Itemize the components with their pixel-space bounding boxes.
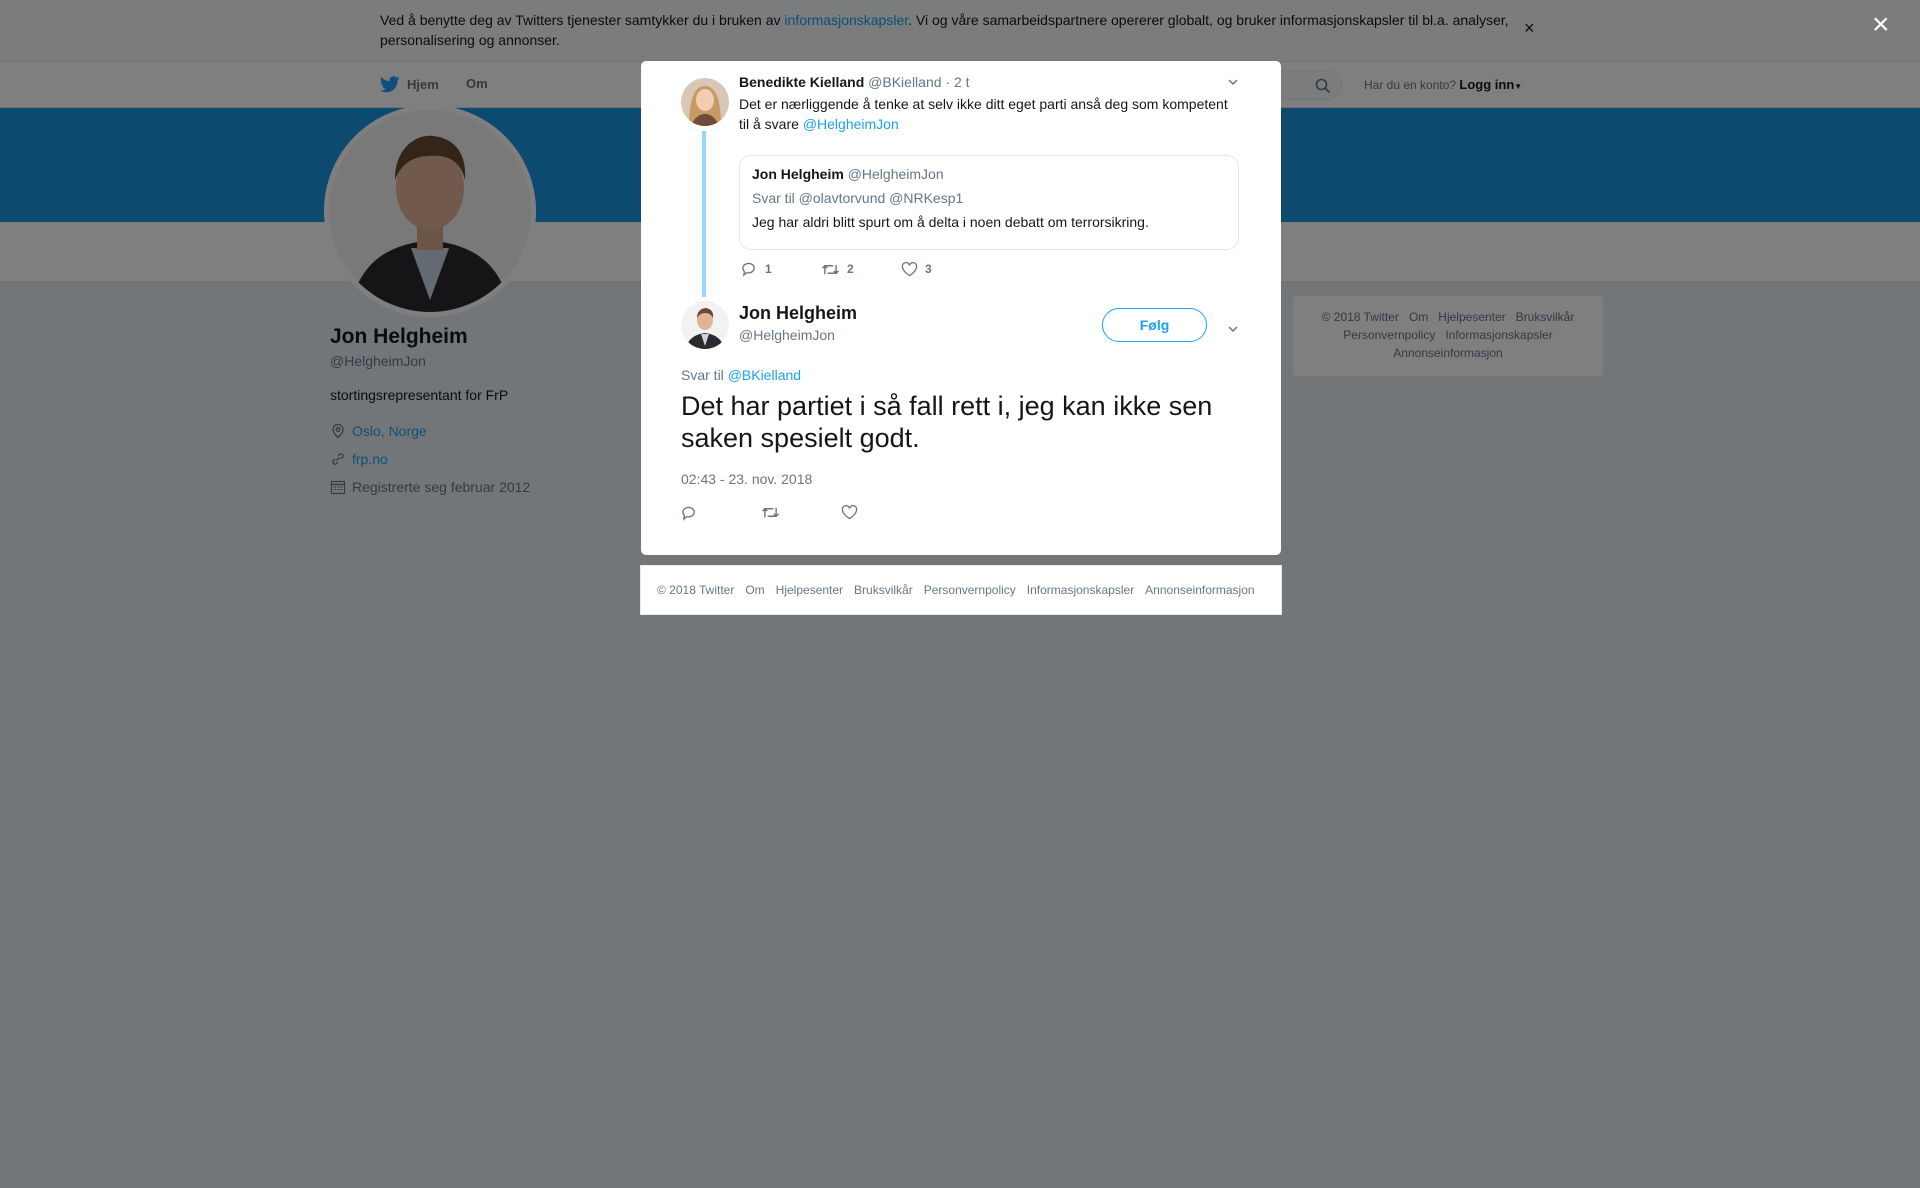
footer-link[interactable]: Om: [745, 583, 764, 597]
footer-link[interactable]: Personvernpolicy: [924, 583, 1016, 597]
footer-link[interactable]: © 2018 Twitter: [657, 583, 734, 597]
quoted-author-name: Jon Helgheim: [752, 166, 844, 182]
like-button[interactable]: 3: [901, 261, 981, 277]
chevron-down-icon[interactable]: [1227, 76, 1239, 88]
main-tweet-text: Det har partiet i så fall rett i, jeg ka…: [681, 391, 1213, 453]
quoted-tweet-text: Jeg har aldri blitt spurt om å delta i n…: [752, 214, 1149, 230]
close-icon[interactable]: ×: [1872, 10, 1890, 40]
parent-tweet-actions: 1 2 3: [741, 261, 981, 277]
modal-footer: © 2018 Twitter Om Hjelpesenter Bruksvilk…: [640, 565, 1282, 615]
reply-button[interactable]: 1: [741, 261, 821, 277]
quoted-tweet[interactable]: Jon Helgheim @HelgheimJon Svar til @olav…: [739, 155, 1239, 250]
reply-icon: [742, 262, 755, 277]
parent-tweet-text: Det er nærliggende å tenke at selv ikke …: [739, 96, 1228, 132]
main-avatar-photo: [681, 301, 729, 349]
quoted-author-handle: @HelgheimJon: [847, 166, 944, 182]
like-button[interactable]: [841, 504, 921, 526]
quoted-reply-to: Svar til @olavtorvund @NRKesp1: [752, 190, 964, 206]
main-author-handle[interactable]: @HelgheimJon: [739, 327, 835, 343]
parent-avatar-photo: [681, 78, 729, 126]
thread-connector-line: [702, 131, 706, 297]
retweet-icon: [762, 507, 779, 518]
main-tweet-avatar[interactable]: [681, 301, 729, 349]
parent-author-handle[interactable]: @BKielland: [868, 74, 941, 90]
parent-tweet-header: Benedikte Kielland @BKielland · 2 t: [739, 74, 970, 90]
tweet-timestamp[interactable]: 02:43 - 23. nov. 2018: [681, 471, 812, 487]
footer-link[interactable]: Informasjonskapsler: [1027, 583, 1134, 597]
reply-to-mention[interactable]: @BKielland: [728, 367, 801, 383]
reply-icon: [682, 506, 695, 521]
parent-author-name[interactable]: Benedikte Kielland: [739, 74, 864, 90]
follow-button[interactable]: Følg: [1102, 308, 1207, 342]
main-author-name[interactable]: Jon Helgheim: [739, 303, 857, 324]
tweet-modal: Benedikte Kielland @BKielland · 2 t Det …: [641, 61, 1281, 555]
chevron-down-icon[interactable]: [1227, 323, 1239, 335]
reply-to-line: Svar til @BKielland: [681, 367, 802, 383]
mention-link[interactable]: @HelgheimJon: [803, 116, 899, 132]
footer-link[interactable]: Bruksvilkår: [854, 583, 913, 597]
retweet-button[interactable]: 2: [821, 261, 901, 277]
retweet-icon: [822, 264, 839, 274]
retweet-count: 2: [847, 262, 854, 276]
footer-link[interactable]: Annonseinformasjon: [1145, 583, 1254, 597]
like-count: 3: [925, 262, 932, 276]
reply-button[interactable]: [681, 505, 761, 526]
retweet-button[interactable]: [761, 505, 841, 526]
heart-icon: [841, 504, 858, 520]
reply-count: 1: [765, 262, 772, 276]
heart-icon: [901, 261, 918, 276]
main-tweet-actions: [681, 504, 921, 526]
parent-tweet-avatar[interactable]: [681, 78, 729, 126]
parent-tweet-time[interactable]: · 2 t: [945, 74, 969, 90]
footer-link[interactable]: Hjelpesenter: [776, 583, 843, 597]
